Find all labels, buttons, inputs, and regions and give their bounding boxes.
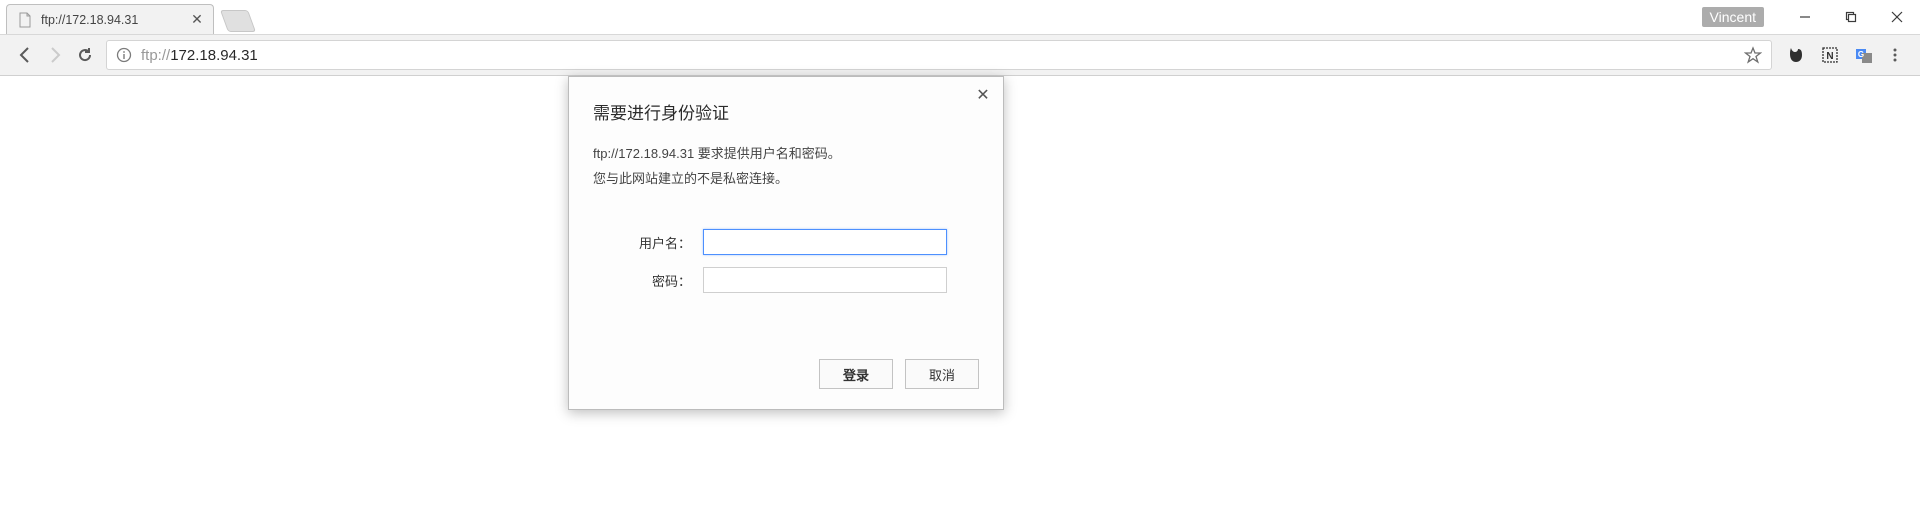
password-label: 密码： (593, 271, 703, 290)
dialog-message-line2: 您与此网站建立的不是私密连接。 (593, 167, 979, 192)
svg-text:G: G (1858, 50, 1864, 59)
svg-text:N: N (1826, 51, 1833, 62)
translate-extension-icon[interactable]: G (1854, 45, 1874, 65)
forward-button[interactable] (40, 40, 70, 70)
auth-form: 用户名： 密码： (593, 229, 979, 293)
news-extension-icon[interactable]: N (1820, 45, 1840, 65)
new-tab-button[interactable] (220, 10, 256, 32)
extension-icons: N G (1786, 45, 1874, 65)
password-input[interactable] (703, 267, 947, 293)
tab-strip: ftp://172.18.94.31 ✕ (0, 0, 1920, 34)
info-icon[interactable] (115, 46, 133, 64)
tab-title: ftp://172.18.94.31 (41, 13, 138, 27)
username-label: 用户名： (593, 233, 703, 252)
chrome-menu-button[interactable] (1880, 40, 1910, 70)
browser-tab[interactable]: ftp://172.18.94.31 ✕ (6, 4, 214, 34)
reload-button[interactable] (70, 40, 100, 70)
tab-close-icon[interactable]: ✕ (189, 12, 205, 28)
dialog-message-line1: ftp://172.18.94.31 要求提供用户名和密码。 (593, 142, 979, 167)
cancel-button[interactable]: 取消 (905, 359, 979, 389)
username-input[interactable] (703, 229, 947, 255)
dialog-title: 需要进行身份验证 (593, 99, 979, 124)
dialog-close-icon[interactable]: ✕ (973, 85, 993, 105)
bookmark-star-icon[interactable] (1743, 45, 1763, 65)
url-protocol: ftp:// (141, 47, 170, 64)
url-host: 172.18.94.31 (170, 47, 258, 64)
evernote-extension-icon[interactable] (1786, 45, 1806, 65)
login-button[interactable]: 登录 (819, 359, 893, 389)
back-button[interactable] (10, 40, 40, 70)
omnibox[interactable]: ftp://172.18.94.31 (106, 40, 1772, 70)
page-icon (17, 12, 33, 28)
toolbar: ftp://172.18.94.31 N G (0, 34, 1920, 76)
auth-dialog: ✕ 需要进行身份验证 ftp://172.18.94.31 要求提供用户名和密码… (568, 76, 1004, 410)
